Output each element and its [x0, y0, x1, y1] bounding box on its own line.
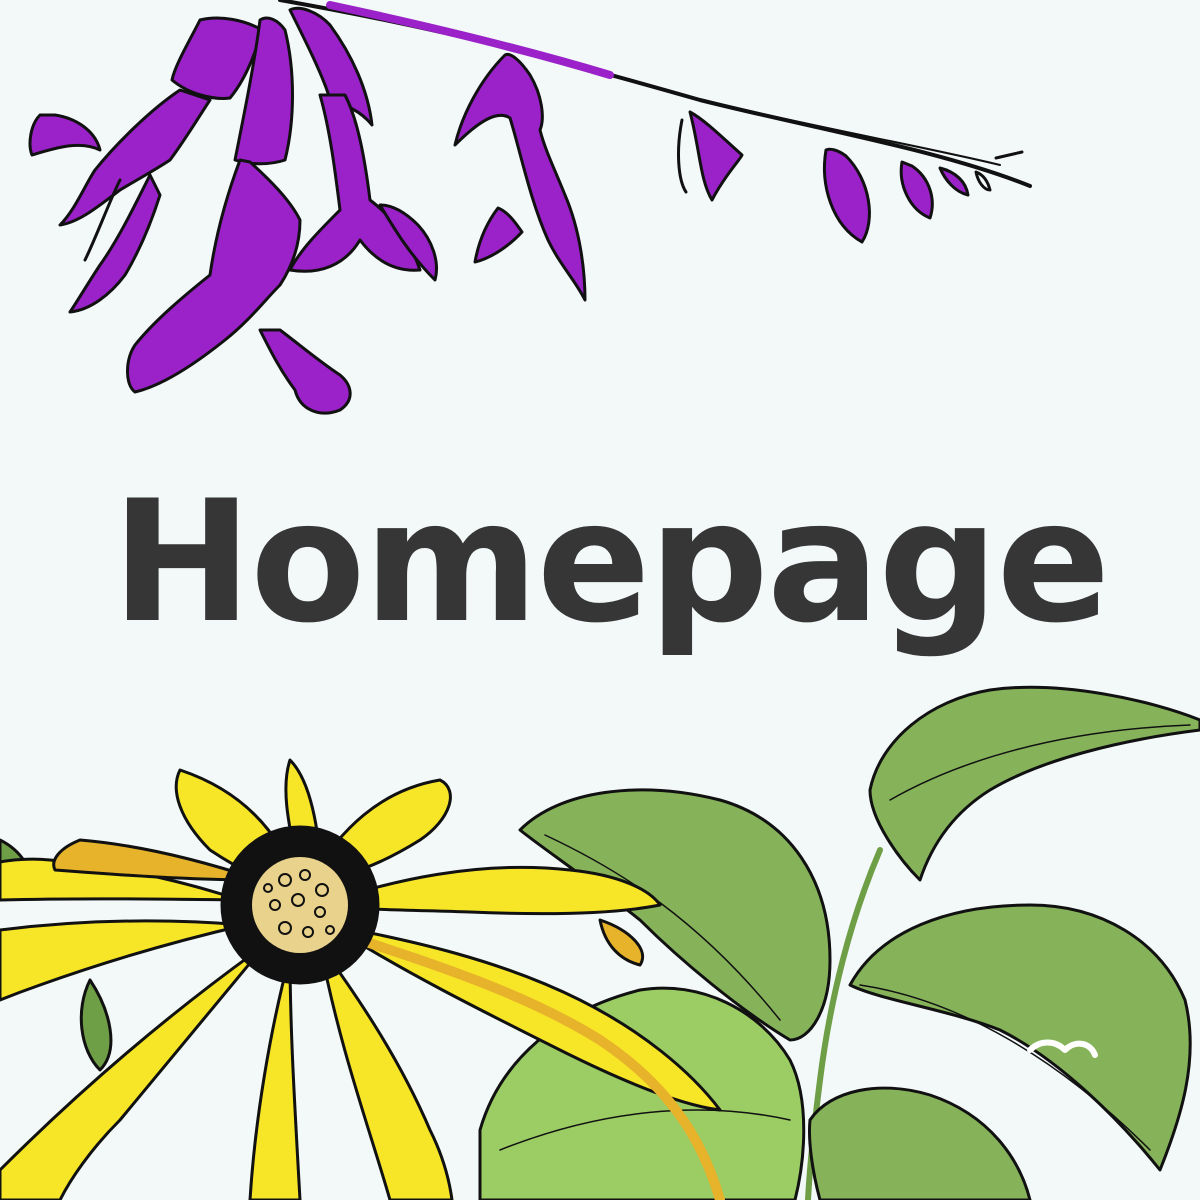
page-title: Homepage	[111, 464, 1111, 660]
green-leaves-icon	[0, 685, 1200, 1200]
purple-salvia-flower-icon	[28, 0, 1032, 415]
